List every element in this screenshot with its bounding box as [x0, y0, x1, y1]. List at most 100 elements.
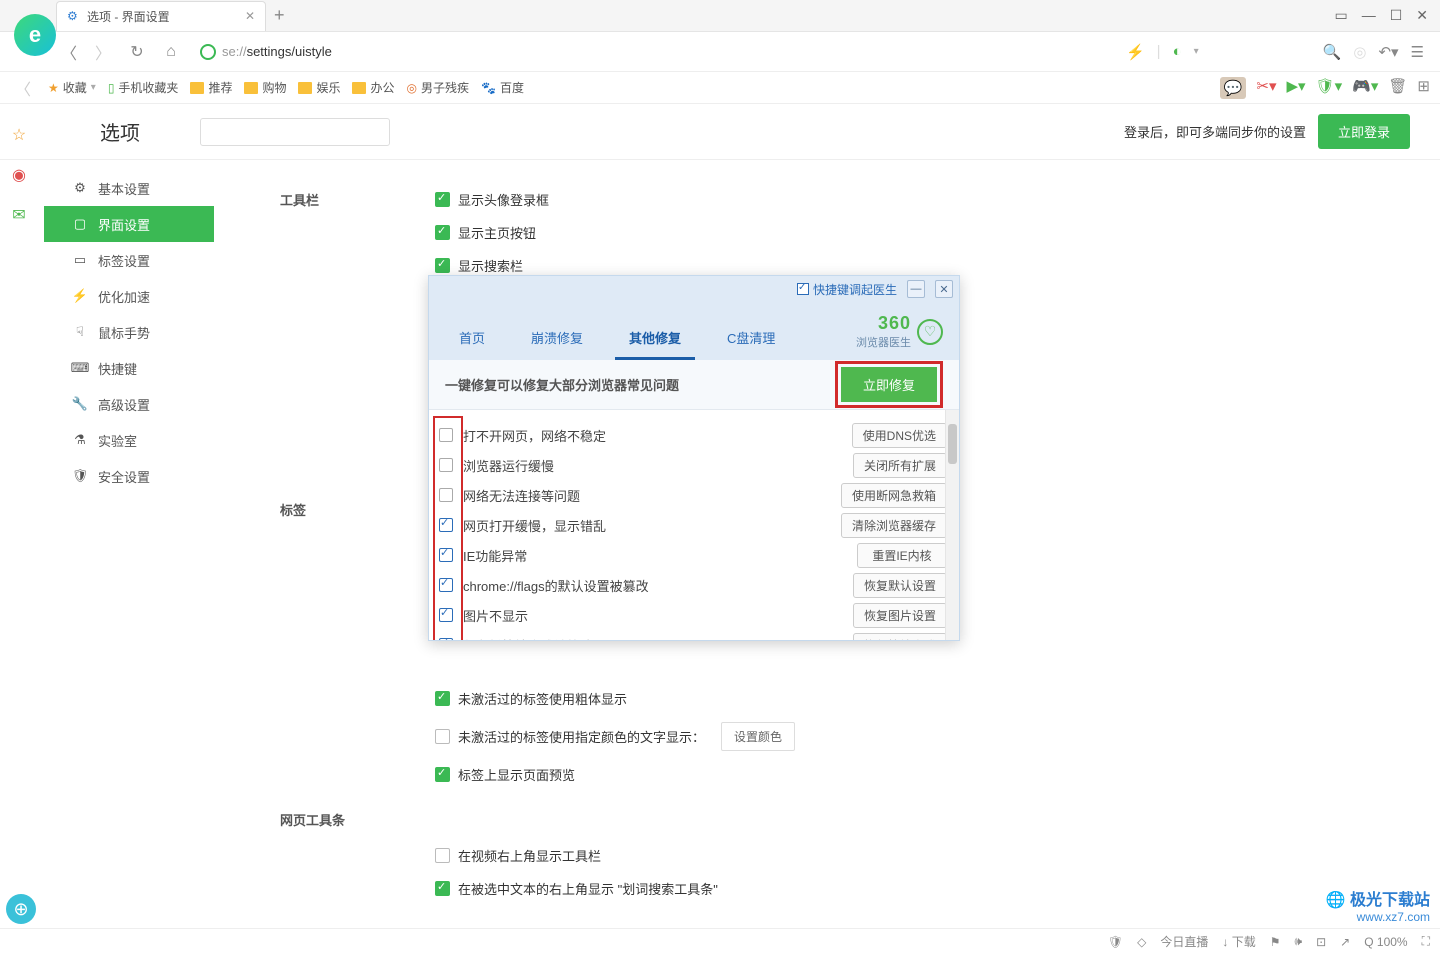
- security-status-icon[interactable]: 🛡: [1108, 935, 1123, 949]
- menu-icon[interactable]: ☰: [1411, 43, 1424, 61]
- dlg-tab-home[interactable]: 首页: [445, 318, 499, 360]
- scrollbar-thumb[interactable]: [948, 424, 957, 464]
- download-link[interactable]: ↓ 下载: [1222, 933, 1255, 950]
- fix-item-button[interactable]: 重置IE内核: [857, 543, 947, 568]
- bookmark-item-entertainment[interactable]: 娱乐: [298, 79, 340, 96]
- bookmarks-back-icon[interactable]: 〈: [10, 75, 36, 101]
- mail-rail-icon[interactable]: ✉: [8, 204, 30, 226]
- tab-close-icon[interactable]: ✕: [245, 9, 255, 23]
- window-maximize-icon[interactable]: ☐: [1390, 7, 1403, 24]
- nav-reload-icon[interactable]: ↻: [124, 39, 150, 65]
- shield-icon[interactable]: 🛡▾: [1316, 77, 1343, 99]
- fix-item-button[interactable]: 关闭所有扩展: [853, 453, 947, 478]
- shortcut-toggle[interactable]: 快捷键调起医生: [797, 281, 897, 298]
- bookmark-item-shopping[interactable]: 购物: [244, 79, 286, 96]
- checkbox-icon[interactable]: [439, 518, 453, 532]
- window-panel-icon[interactable]: ▭: [1334, 7, 1347, 24]
- fix-item-button[interactable]: 恢复图片设置: [853, 603, 947, 628]
- sidebar-item-tabs[interactable]: ▭标签设置: [44, 242, 214, 278]
- fullscreen-icon[interactable]: ⛶: [1422, 934, 1430, 949]
- dlg-tab-other[interactable]: 其他修复: [615, 318, 695, 360]
- fix-item-button[interactable]: 使用断网急救箱: [841, 483, 947, 508]
- chat-icon[interactable]: 💬: [1220, 77, 1247, 99]
- checkbox-icon[interactable]: [439, 488, 453, 502]
- fix-item-button[interactable]: 清除浏览器缓存: [841, 513, 947, 538]
- checkbox-icon[interactable]: [439, 608, 453, 622]
- opt-preview-tab[interactable]: 标签上显示页面预览: [435, 765, 1380, 784]
- checkbox-icon[interactable]: [439, 428, 453, 442]
- bookmark-item-5[interactable]: ◎男子残疾: [407, 79, 470, 96]
- lightning-icon[interactable]: ⚡: [1126, 43, 1145, 61]
- opt-avatar[interactable]: 显示头像登录框: [435, 190, 1380, 209]
- spinner-icon[interactable]: ◐: [1173, 43, 1182, 60]
- today-live[interactable]: 今日直播: [1160, 933, 1208, 950]
- checkbox-icon[interactable]: [797, 283, 809, 295]
- checkbox-icon[interactable]: [435, 767, 450, 782]
- bookmark-item-baidu[interactable]: 🐾百度: [481, 79, 524, 96]
- sidebar-item-shortcut[interactable]: ⌨快捷键: [44, 350, 214, 386]
- fix-item-button[interactable]: 使用DNS优选: [852, 423, 947, 448]
- flag-icon[interactable]: ⚑: [1270, 935, 1281, 949]
- nav-back-icon[interactable]: 〈: [56, 39, 82, 65]
- browser-tab[interactable]: ⚙ 选项 - 界面设置 ✕: [56, 1, 266, 31]
- star-rail-icon[interactable]: ☆: [8, 124, 30, 146]
- game-icon[interactable]: 🎮▾: [1352, 77, 1378, 99]
- checkbox-icon[interactable]: [439, 548, 453, 562]
- sidebar-item-mouse[interactable]: ☟鼠标手势: [44, 314, 214, 350]
- sidebar-item-lab[interactable]: ⚗实验室: [44, 422, 214, 458]
- fix-item-button[interactable]: 恢复快捷方式: [853, 633, 947, 641]
- sidebar-item-ui[interactable]: ▢界面设置: [44, 206, 214, 242]
- opt-select-search[interactable]: 在被选中文本的右上角显示 "划词搜索工具条": [435, 879, 1380, 898]
- fix-item-button[interactable]: 恢复默认设置: [853, 573, 947, 598]
- bookmark-item-office[interactable]: 办公: [352, 79, 394, 96]
- video-icon[interactable]: ▶▾: [1287, 77, 1306, 99]
- nav-forward-icon[interactable]: 〉: [90, 39, 116, 65]
- fix-now-button[interactable]: 立即修复: [841, 367, 937, 402]
- bookmark-item-mobile[interactable]: ▯手机收藏夹: [108, 79, 179, 96]
- tool2-icon[interactable]: ↗: [1340, 935, 1350, 949]
- sidebar-item-basic[interactable]: ⚙基本设置: [44, 170, 214, 206]
- history-dropdown-icon[interactable]: ↶▾: [1378, 43, 1398, 61]
- checkbox-icon[interactable]: [435, 225, 450, 240]
- opt-search[interactable]: 显示搜索栏: [435, 256, 1380, 275]
- diamond-icon[interactable]: ◇: [1137, 935, 1146, 949]
- zoom-level[interactable]: Q 100%: [1364, 935, 1407, 949]
- scissors-icon[interactable]: ✂▾: [1256, 77, 1276, 99]
- dlg-tab-crash[interactable]: 崩溃修复: [517, 318, 597, 360]
- opt-video-toolbar[interactable]: 在视频右上角显示工具栏: [435, 846, 1380, 865]
- bookmark-item-recommend[interactable]: 推荐: [190, 79, 232, 96]
- checkbox-icon[interactable]: [439, 638, 453, 640]
- tool1-icon[interactable]: ⊡: [1316, 935, 1326, 949]
- checkbox-icon[interactable]: [435, 192, 450, 207]
- set-color-button[interactable]: 设置颜色: [721, 722, 795, 751]
- favorites-button[interactable]: ★收藏 ▾: [48, 79, 96, 96]
- checkbox-icon[interactable]: [435, 848, 450, 863]
- login-button[interactable]: 立即登录: [1318, 114, 1410, 149]
- window-close-icon[interactable]: ✕: [1416, 7, 1428, 24]
- dialog-close-icon[interactable]: ✕: [935, 280, 953, 298]
- sound-icon[interactable]: 🕪: [1295, 934, 1303, 949]
- opt-color-tab[interactable]: 未激活过的标签使用指定颜色的文字显示：设置颜色: [435, 722, 1380, 751]
- assist-fab-button[interactable]: ⊕: [6, 894, 36, 924]
- window-minimize-icon[interactable]: —: [1362, 7, 1376, 24]
- opt-homepage[interactable]: 显示主页按钮: [435, 223, 1380, 242]
- dlg-tab-cdisk[interactable]: C盘清理: [713, 318, 789, 360]
- checkbox-icon[interactable]: [439, 578, 453, 592]
- sidebar-item-speed[interactable]: ⚡优化加速: [44, 278, 214, 314]
- trash-icon[interactable]: 🗑: [1388, 77, 1407, 99]
- dialog-scrollbar[interactable]: [945, 410, 959, 640]
- search-icon[interactable]: 🔍: [1323, 43, 1342, 61]
- new-tab-button[interactable]: +: [274, 5, 285, 26]
- url-input[interactable]: se://settings/uistyle: [192, 38, 1118, 66]
- nav-home-icon[interactable]: ⌂: [158, 39, 184, 65]
- apps-icon[interactable]: ⊞: [1417, 77, 1430, 99]
- checkbox-icon[interactable]: [435, 691, 450, 706]
- sidebar-item-security[interactable]: 🛡安全设置: [44, 458, 214, 494]
- compat-icon[interactable]: ◎: [1353, 43, 1366, 61]
- weibo-rail-icon[interactable]: ◉: [8, 164, 30, 186]
- checkbox-icon[interactable]: [439, 458, 453, 472]
- opt-bold-tab[interactable]: 未激活过的标签使用粗体显示: [435, 689, 1380, 708]
- checkbox-icon[interactable]: [435, 258, 450, 273]
- settings-search-input[interactable]: [200, 118, 390, 146]
- checkbox-icon[interactable]: [435, 881, 450, 896]
